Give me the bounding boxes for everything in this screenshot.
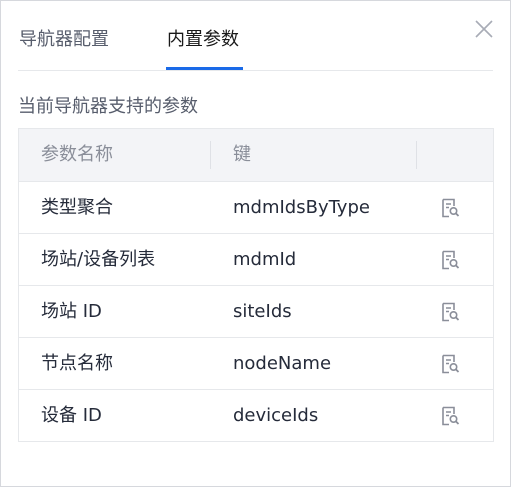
table-row: 节点名称 nodeName	[19, 338, 493, 390]
doc-search-icon[interactable]	[439, 353, 461, 375]
table-row: 场站/设备列表 mdmId	[19, 234, 493, 286]
header-key: 键	[233, 144, 251, 165]
close-icon[interactable]	[473, 18, 495, 40]
param-name: 场站/设备列表	[41, 249, 156, 270]
doc-search-icon[interactable]	[439, 249, 461, 271]
doc-search-icon[interactable]	[439, 405, 461, 427]
param-key: mdmId	[233, 249, 297, 270]
param-name: 场站 ID	[41, 301, 102, 322]
table-header: 参数名称 键	[19, 129, 493, 182]
table-row: 类型聚合 mdmIdsByType	[19, 182, 493, 234]
param-key: siteIds	[233, 301, 292, 322]
header-separator	[210, 141, 211, 169]
doc-search-icon[interactable]	[439, 197, 461, 219]
param-key: mdmIdsByType	[233, 197, 370, 218]
tab-divider	[18, 70, 493, 71]
tab-navigator-config[interactable]: 导航器配置	[19, 29, 109, 51]
param-name: 设备 ID	[41, 405, 102, 426]
table-row: 设备 ID deviceIds	[19, 390, 493, 441]
header-param-name: 参数名称	[41, 144, 113, 165]
tab-bar: 导航器配置 内置参数	[1, 1, 510, 71]
table-row: 场站 ID siteIds	[19, 286, 493, 338]
doc-search-icon[interactable]	[439, 301, 461, 323]
param-key: deviceIds	[233, 405, 319, 426]
param-key: nodeName	[233, 353, 332, 374]
params-table: 参数名称 键 类型聚合 mdmIdsByType 场站/设备列表 mdmId 场…	[18, 128, 494, 442]
header-separator	[416, 141, 417, 169]
section-title: 当前导航器支持的参数	[18, 96, 198, 117]
param-name: 节点名称	[41, 353, 113, 374]
param-name: 类型聚合	[41, 197, 113, 218]
tab-builtin-params[interactable]: 内置参数	[167, 29, 239, 51]
builtin-params-dialog: 导航器配置 内置参数 当前导航器支持的参数 参数名称 键 类型聚合 mdmIds…	[0, 0, 511, 487]
